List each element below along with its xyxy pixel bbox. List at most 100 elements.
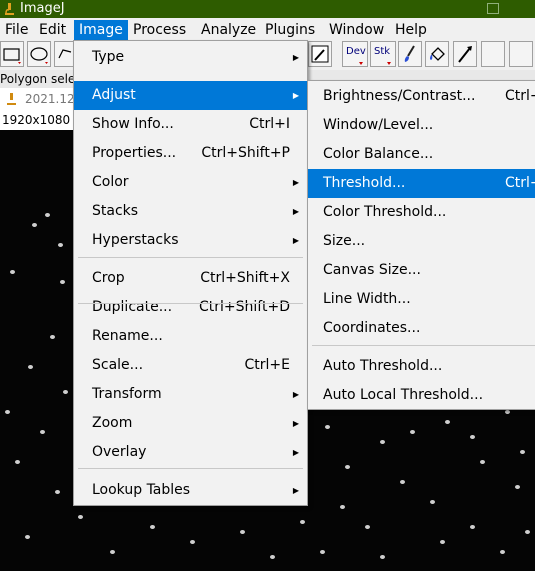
menu-item-label: Crop [92,270,125,286]
image-menu-item-properties[interactable]: Properties... Ctrl+Shift+P [74,139,307,168]
menu-item-label: Hyperstacks [92,232,179,248]
image-menu-item-color[interactable]: Color ▶ [74,168,307,197]
image-menu-item-type[interactable]: Type ▶ [74,43,307,72]
menu-item-label: Type [92,49,125,65]
menu-item-shortcut: Ctrl+Shift+P [201,145,290,161]
adjust-menu-item-coordinates[interactable]: Coordinates... [308,314,535,343]
adjust-menu-item-color-balance[interactable]: Color Balance... [308,140,535,169]
menu-item-label: Show Info... [92,116,174,132]
menu-process[interactable]: Process [128,20,191,40]
adjust-menu-item-auto-threshold[interactable]: Auto Threshold... [308,352,535,381]
adjust-menu-item-auto-local-threshold[interactable]: Auto Local Threshold... [308,381,535,410]
menu-separator [78,303,303,304]
menu-item-label: Color [92,174,129,190]
title-bar: ImageJ [0,0,535,18]
image-menu-item-zoom[interactable]: Zoom ▶ [74,409,307,438]
dev-menu-button[interactable]: Dev [342,41,368,67]
menu-item-shortcut: Ctrl+ [505,88,535,104]
menu-image[interactable]: Image [74,20,128,40]
menu-plugins[interactable]: Plugins [260,20,320,40]
adjust-menu-item-window-level[interactable]: Window/Level... [308,111,535,140]
image-menu-item-overlay[interactable]: Overlay ▶ [74,438,307,467]
menu-edit[interactable]: Edit [34,20,71,40]
adjust-menu-item-size[interactable]: Size... [308,227,535,256]
menu-item-label: Overlay [92,444,147,460]
adjust-menu-item-brightness-contrast[interactable]: Brightness/Contrast... Ctrl+ [308,82,535,111]
image-menu-item-lookup-tables[interactable]: Lookup Tables ▶ [74,476,307,505]
empty-tool-slot[interactable] [481,41,505,67]
menu-item-label: Auto Threshold... [323,358,443,374]
menu-file[interactable]: File [0,20,33,40]
menu-separator [78,257,303,258]
adjust-submenu: Brightness/Contrast... Ctrl+ Window/Level.… [307,80,535,410]
empty-tool-slot[interactable] [509,41,533,67]
menu-item-label: Window/Level... [323,117,434,133]
menu-item-label: Coordinates... [323,320,421,336]
menu-window[interactable]: Window [324,20,389,40]
oval-tool-button[interactable] [27,41,51,67]
menu-item-shortcut: Ctrl+ [505,175,535,191]
menu-item-label: Lookup Tables [92,482,191,498]
submenu-arrow-icon: ▶ [292,236,299,245]
oval-icon [30,47,48,64]
dropdown-arrow-icon [387,62,391,65]
image-menu-item-adjust[interactable]: Adjust ▶ [74,81,307,110]
image-menu-item-stacks[interactable]: Stacks ▶ [74,197,307,226]
submenu-arrow-icon: ▶ [292,53,299,62]
arrow-tool-button[interactable] [453,41,477,67]
flood-fill-tool-button[interactable] [425,41,449,67]
menu-item-label: Stacks [92,203,139,219]
rectangle-tool-button[interactable] [0,41,24,67]
adjust-menu-item-canvas-size[interactable]: Canvas Size... [308,256,535,285]
status-text: Polygon sele [0,72,76,86]
image-menu-item-rename[interactable]: Rename... [74,322,307,351]
paint-bucket-icon [430,47,445,61]
microscope-icon [7,93,16,105]
adjust-menu-item-threshold[interactable]: Threshold... Ctrl+ [308,169,535,198]
submenu-arrow-icon: ▶ [292,207,299,216]
image-menu: Type ▶ Adjust ▶ Show Info... Ctrl+I Properties… [73,40,308,506]
image-menu-item-hyperstacks[interactable]: Hyperstacks ▶ [74,226,307,255]
image-dimensions: 1920x1080 p [2,113,82,127]
menu-bar: File Edit Image Process Analyze Plugins … [0,18,535,40]
menu-item-label: Properties... [92,145,177,161]
image-menu-item-duplicate[interactable]: Duplicate... Ctrl+Shift+D [74,293,307,322]
brush-icon [404,45,415,62]
adjust-menu-item-line-width[interactable]: Line Width... [308,285,535,314]
menu-item-shortcut: Ctrl+Shift+X [200,270,290,286]
polygon-tool-button[interactable] [54,41,74,67]
menu-item-label: Canvas Size... [323,262,421,278]
image-menu-item-transform[interactable]: Transform ▶ [74,380,307,409]
color-picker-button[interactable] [308,41,332,67]
submenu-arrow-icon: ▶ [292,91,299,100]
window-title: ImageJ [20,1,65,16]
menu-item-label: Color Balance... [323,146,434,162]
menu-help[interactable]: Help [390,20,432,40]
menu-item-label: Rename... [92,328,163,344]
menu-item-label: Scale... [92,357,144,373]
menu-item-label: Transform [92,386,162,402]
menu-item-label: Zoom [92,415,133,431]
menu-separator [78,468,303,469]
adjust-menu-item-color-threshold[interactable]: Color Threshold... [308,198,535,227]
menu-item-label: Line Width... [323,291,411,307]
menu-item-shortcut: Ctrl+E [244,357,291,373]
menu-separator [312,345,535,346]
menu-item-label: Brightness/Contrast... [323,88,476,104]
polygon-icon [58,49,72,59]
menu-item-label: Auto Local Threshold... [323,387,484,403]
eyedropper-icon [311,45,329,63]
menu-item-shortcut: Ctrl+Shift+D [199,299,290,315]
image-menu-item-scale[interactable]: Scale... Ctrl+E [74,351,307,380]
menu-item-label: Size... [323,233,366,249]
menu-analyze[interactable]: Analyze [196,20,261,40]
stk-menu-button[interactable]: Stk [370,41,396,67]
submenu-arrow-icon: ▶ [292,419,299,428]
menu-item-label: Duplicate... [92,299,173,315]
image-menu-item-show-info[interactable]: Show Info... Ctrl+I [74,110,307,139]
maximize-button[interactable] [487,3,499,14]
submenu-arrow-icon: ▶ [292,448,299,457]
menu-item-shortcut: Ctrl+I [249,116,290,132]
brush-tool-button[interactable] [398,41,422,67]
image-menu-item-crop[interactable]: Crop Ctrl+Shift+X [74,264,307,293]
